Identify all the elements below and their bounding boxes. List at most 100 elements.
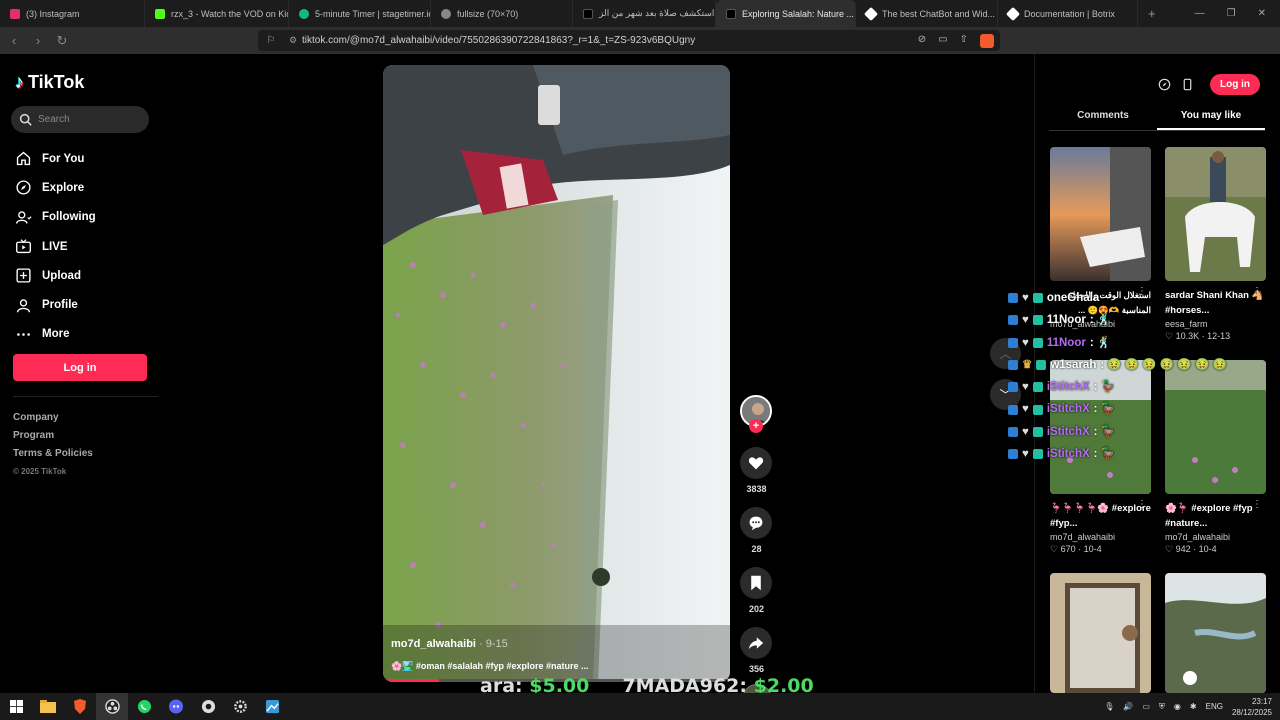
monitor-icon[interactable]: ▭ (1142, 702, 1150, 711)
heart-icon (748, 457, 764, 470)
bluetooth-icon[interactable]: ✱ (1190, 702, 1197, 711)
nav-more[interactable]: More (15, 320, 96, 349)
steam-button[interactable] (192, 693, 224, 720)
footer-link-company[interactable]: Company (13, 409, 93, 427)
video-player[interactable]: mo7d_alwahaibi · 9-15 🌸🏞️ #oman #salalah… (383, 65, 730, 682)
upload-icon (16, 268, 31, 283)
back-icon[interactable]: ‹ (4, 33, 24, 48)
sidebar-login-button[interactable]: Log in (13, 354, 147, 381)
suggested-card[interactable] (1050, 573, 1151, 693)
compass-icon (16, 180, 31, 195)
header-login-button[interactable]: Log in (1210, 74, 1260, 95)
nav-following[interactable]: Following (15, 203, 96, 232)
tiktok-logo[interactable]: ♪ TikTok (15, 72, 84, 93)
microphone-icon[interactable]: 🎙 (1104, 702, 1114, 711)
photos-button[interactable] (256, 693, 288, 720)
share-button[interactable] (740, 627, 772, 659)
obs-button[interactable] (96, 693, 128, 720)
shield-icon[interactable]: ⛨ (1159, 702, 1165, 712)
nav-upload[interactable]: Upload (15, 261, 96, 290)
heart-outline-icon: ♡ (1165, 544, 1174, 554)
tab-comments[interactable]: Comments (1049, 110, 1157, 130)
tiktok-icon (583, 8, 593, 19)
cast-icon[interactable]: ▭ (938, 34, 947, 48)
card-menu-icon[interactable]: ⋮ (1252, 286, 1262, 297)
folder-icon (40, 700, 56, 713)
controller-icon[interactable]: ◉ (1174, 702, 1181, 711)
tab-instagram[interactable]: (3) Instagram (0, 0, 145, 27)
tab-stagetimer[interactable]: 5-minute Timer | stagetimer.io (289, 0, 431, 27)
settings-button[interactable] (224, 693, 256, 720)
bookmark-icon[interactable]: ⚐ (258, 35, 284, 46)
language-indicator[interactable]: ENG (1206, 702, 1223, 711)
card-menu-icon[interactable]: ⋮ (1137, 499, 1147, 510)
like-action[interactable]: 3838 (740, 447, 773, 494)
volume-icon[interactable]: 🔊 (1123, 702, 1133, 711)
footer-link-terms[interactable]: Terms & Policies (13, 445, 93, 463)
url-field[interactable]: ⚐ ⚙ tiktok.com/@mo7d_alwahaibi/video/755… (258, 30, 1000, 51)
nav-live[interactable]: LIVE (15, 232, 96, 261)
profile-icon (16, 298, 31, 313)
search-input[interactable]: Search (11, 106, 149, 133)
minimize-icon[interactable]: — (1195, 8, 1205, 19)
badge-icon (1032, 449, 1043, 460)
whatsapp-button[interactable] (128, 693, 160, 720)
comment-button[interactable] (740, 507, 772, 539)
tab-tiktok-arabic[interactable]: استكشف صلاة بعد شهر من الز... (573, 0, 716, 27)
like-button[interactable] (740, 447, 772, 479)
file-explorer-button[interactable] (32, 693, 64, 720)
reload-icon[interactable]: ↻ (52, 33, 72, 49)
tab-documentation[interactable]: Documentation | Botrix (998, 0, 1138, 27)
nav-for-you[interactable]: For You (15, 144, 96, 173)
restore-icon[interactable]: ❐ (1227, 8, 1236, 19)
badge-icon (1008, 293, 1018, 304)
badge-icon (1036, 360, 1047, 371)
brave-shield-icon[interactable] (980, 33, 994, 48)
suggested-thumbnail[interactable] (1165, 573, 1266, 693)
new-tab-button[interactable]: + (1138, 6, 1166, 21)
card-user[interactable]: mo7d_alwahaibi (1050, 532, 1151, 542)
card-menu-icon[interactable]: ⋮ (1252, 499, 1262, 510)
follow-plus-button[interactable]: + (749, 419, 763, 433)
suggested-thumbnail[interactable] (1165, 147, 1266, 281)
clock[interactable]: 23:17 28/12/2025 (1232, 696, 1272, 718)
device-icon[interactable] (1181, 78, 1194, 91)
start-button[interactable] (0, 693, 32, 720)
brave-button[interactable] (64, 693, 96, 720)
video-progress-fill (383, 679, 439, 682)
suggested-card[interactable] (1165, 573, 1266, 693)
close-window-icon[interactable]: ✕ (1258, 8, 1266, 19)
footer-link-program[interactable]: Program (13, 427, 93, 445)
badge-icon (1008, 449, 1018, 460)
comment-icon (749, 516, 763, 531)
sidebar-footer: Company Program Terms & Policies © 2025 … (13, 409, 93, 481)
video-date: · 9-15 (479, 638, 508, 650)
save-button[interactable] (740, 567, 772, 599)
badge-icon (1032, 426, 1043, 437)
nav-profile[interactable]: Profile (15, 290, 96, 319)
video-author[interactable]: mo7d_alwahaibi (391, 638, 476, 650)
browser-tab-bar: (3) Instagram rzx_3 - Watch the VOD on K… (0, 0, 1280, 27)
tab-fullsize[interactable]: fullsize (70×70) (431, 0, 573, 27)
share-icon[interactable]: ⇧ (960, 34, 968, 48)
card-user[interactable]: mo7d_alwahaibi (1165, 532, 1266, 542)
live-icon (16, 239, 31, 254)
instagram-icon (10, 8, 20, 19)
save-action[interactable]: 202 (740, 567, 773, 614)
suggested-thumbnail[interactable] (1050, 147, 1151, 281)
share-action[interactable]: 356 (740, 627, 773, 674)
badge-icon (1008, 360, 1018, 371)
comment-action[interactable]: 28 (740, 507, 773, 554)
mute-icon[interactable]: ⊘ (918, 34, 926, 48)
discord-button[interactable] (160, 693, 192, 720)
tab-tiktok-active[interactable]: Exploring Salalah: Nature ...✕ (716, 0, 856, 27)
explore-icon[interactable] (1158, 78, 1171, 91)
forward-icon[interactable]: › (28, 33, 48, 48)
thumbnail-image (1050, 573, 1151, 693)
tab-kick[interactable]: rzx_3 - Watch the VOD on Kick (145, 0, 289, 27)
tab-chatbot[interactable]: The best ChatBot and Wid... (856, 0, 998, 27)
tab-you-may-like[interactable]: You may like (1157, 110, 1265, 130)
nav-explore[interactable]: Explore (15, 173, 96, 202)
suggested-thumbnail[interactable] (1050, 573, 1151, 693)
site-info-icon[interactable]: ⚙ (284, 35, 302, 46)
